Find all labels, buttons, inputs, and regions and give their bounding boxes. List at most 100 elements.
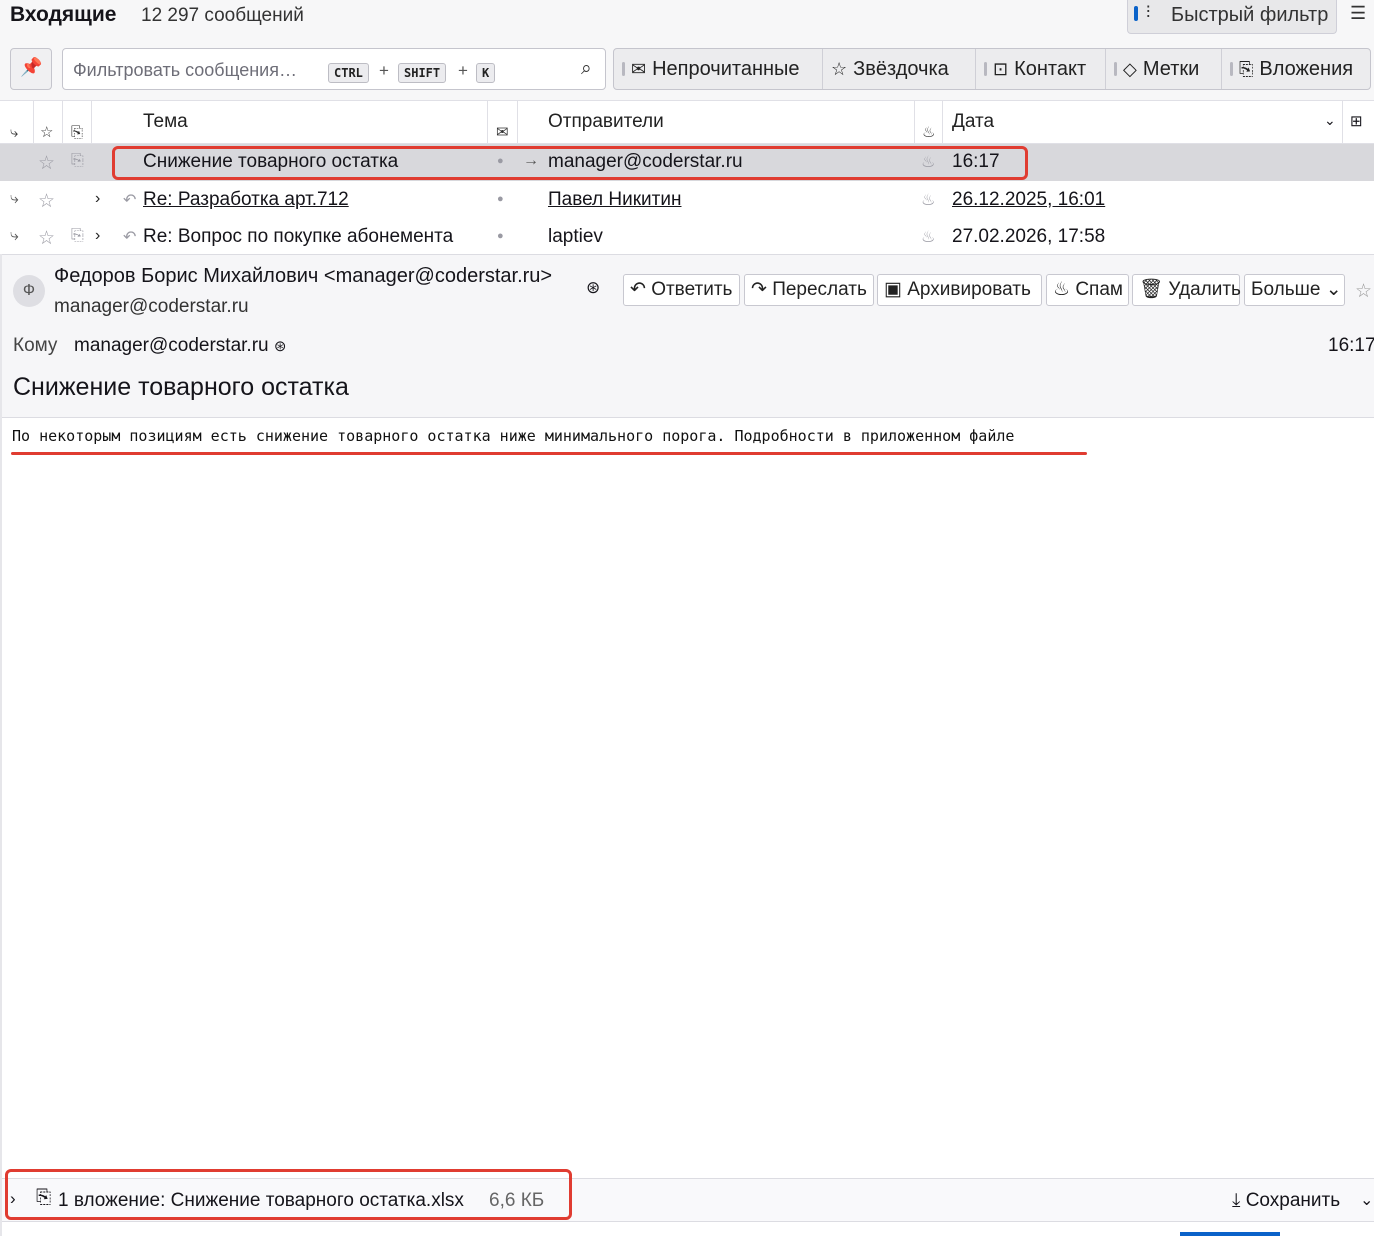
quick-filter-label: Быстрый фильтр (1171, 4, 1329, 26)
kbd-k: K (476, 63, 496, 83)
message-count: 12 297 сообщений (141, 5, 304, 26)
pane-border (0, 254, 2, 1236)
annotation-underline-body (11, 452, 1087, 455)
quick-filter-indicator (1134, 6, 1138, 21)
filter-unread-button[interactable]: ✉ Непрочитанные (614, 49, 823, 89)
download-icon: ⤓ (1232, 1190, 1241, 1211)
col-junk[interactable]: ♨ (915, 101, 943, 143)
reply-icon: ↶ (123, 229, 137, 246)
folder-header: Входящие 12 297 сообщений ⫶ Быстрый филь… (0, 0, 1374, 38)
spam-label: Спам (1075, 279, 1123, 300)
flame-icon: ♨ (1053, 279, 1071, 300)
col-subject[interactable]: Тема (92, 101, 488, 143)
paperclip-icon: ⎘ (1239, 58, 1254, 79)
col-star[interactable]: ☆ (34, 101, 63, 143)
spam-button[interactable]: ♨ Спам (1046, 274, 1129, 306)
reply-label: Ответить (651, 279, 733, 300)
col-read-status[interactable]: ✉ (488, 101, 518, 143)
pin-icon: 📌 (20, 57, 43, 77)
filter-attachments-label: Вложения (1259, 57, 1354, 80)
annotation-box-attachment (5, 1169, 572, 1220)
kbd-plus: + (458, 61, 468, 80)
envelope-icon: ✉ (631, 58, 647, 79)
more-label: Больше (1251, 279, 1321, 300)
to-value: manager@coderstar.ru (74, 335, 269, 356)
thread-list-header: ⤷ ☆ ⎘ Тема ✉ Отправители ♨ Дата ⌄ ⊞ (0, 101, 1374, 144)
filter-tags-button[interactable]: ◇ Метки (1106, 49, 1222, 89)
delete-button[interactable]: 🗑 Удалить (1132, 274, 1241, 306)
to-field[interactable]: manager@coderstar.ru ⊛ (74, 335, 286, 357)
col-attachment[interactable]: ⎘ (63, 101, 92, 143)
kbd-ctrl: CTRL (328, 63, 369, 83)
star-icon: ☆ (831, 58, 848, 79)
col-date[interactable]: Дата (943, 101, 1343, 143)
chevron-right-icon[interactable]: › (95, 227, 100, 245)
reply-button[interactable]: ↶ Ответить (623, 274, 740, 306)
contact-icon: ⊛ (273, 338, 287, 355)
header-time: 16:17 (1328, 335, 1374, 356)
flame-icon[interactable]: ♨ (921, 227, 935, 247)
filter-starred-label: Звёздочка (853, 57, 949, 80)
message-body: По некоторым позициям есть снижение това… (12, 427, 1015, 445)
paperclip-icon: ⎘ (71, 227, 84, 244)
star-icon[interactable]: ☆ (1355, 280, 1372, 303)
to-label: Кому (13, 335, 58, 356)
message-subject: Снижение товарного остатка (13, 373, 349, 401)
quick-filter-button[interactable]: ⫶ Быстрый фильтр (1127, 0, 1337, 34)
filter-search-input[interactable]: Фильтровать сообщения… CTRL + SHIFT + K … (62, 48, 606, 90)
avatar: Ф (13, 275, 45, 307)
save-label: Сохранить (1245, 1190, 1341, 1211)
chevron-down-icon[interactable]: ⌄ (1324, 112, 1336, 129)
filter-starred-button[interactable]: ☆ Звёздочка (823, 49, 976, 89)
filter-contact-button[interactable]: ⊡ Контакт (976, 49, 1106, 89)
forward-icon: ↷ (751, 279, 767, 300)
table-row[interactable]: ⤷ ☆ ⎘ › ↶ Re: Вопрос по покупке абонемен… (0, 219, 1374, 256)
forward-button[interactable]: ↷ Переслать (744, 274, 874, 306)
row-sender: laptiev (548, 226, 603, 247)
from-email: manager@coderstar.ru (54, 296, 249, 317)
archive-label: Архивировать (907, 279, 1031, 300)
reply-icon: ↶ (123, 192, 137, 209)
quick-filter-bar: 📌 Фильтровать сообщения… CTRL + SHIFT + … (0, 38, 1374, 101)
search-placeholder: Фильтровать сообщения… (73, 60, 297, 80)
from-field[interactable]: Федоров Борис Михайлович <manager@coders… (54, 265, 552, 288)
thread-icon: ⤷ (10, 227, 19, 244)
star-icon[interactable]: ☆ (38, 227, 55, 250)
kbd-plus: + (379, 61, 389, 80)
read-dot-icon[interactable]: ● (497, 193, 504, 205)
reply-icon: ↶ (630, 279, 646, 300)
filter-contact-label: Контакт (1014, 57, 1087, 80)
layout-menu-icon[interactable]: ☰ (1350, 3, 1366, 24)
pin-filter-button[interactable]: 📌 (10, 48, 52, 90)
contact-icon[interactable]: ⊛ (586, 278, 600, 298)
star-icon[interactable]: ☆ (38, 190, 55, 213)
message-header: Ф Федоров Борис Михайлович <manager@code… (0, 254, 1374, 418)
read-dot-icon[interactable]: ● (497, 230, 504, 242)
thread-icon: ⤷ (10, 190, 19, 207)
flame-icon[interactable]: ♨ (921, 190, 935, 210)
save-attachment-button[interactable]: ⤓ Сохранить (1232, 1190, 1340, 1212)
annotation-box-selected-row (112, 146, 1028, 180)
trash-icon: 🗑 (1139, 279, 1164, 300)
folder-title: Входящие (10, 3, 117, 26)
col-senders[interactable]: Отправители (518, 101, 915, 143)
contact-icon: ⊡ (993, 58, 1009, 79)
progress-bar (1180, 1232, 1280, 1236)
archive-icon: ▣ (884, 279, 902, 300)
tag-icon: ◇ (1123, 58, 1137, 79)
chevron-down-icon: ⌄ (1325, 279, 1342, 300)
row-sender: Павел Никитин (548, 189, 682, 210)
filter-attachments-button[interactable]: ⎘ Вложения (1222, 49, 1370, 89)
row-date: 26.12.2025, 16:01 (952, 189, 1106, 210)
paperclip-icon: ⎘ (71, 152, 84, 169)
table-row[interactable]: ⤷ ☆ › ↶ Re: Разработка арт.712 ● Павел Н… (0, 182, 1374, 219)
star-icon[interactable]: ☆ (38, 152, 55, 175)
col-thread[interactable]: ⤷ (0, 101, 34, 143)
column-picker-icon[interactable]: ⊞ (1350, 112, 1363, 130)
forward-label: Переслать (772, 279, 867, 300)
more-button[interactable]: Больше ⌄ (1244, 274, 1345, 306)
chevron-right-icon[interactable]: › (95, 190, 100, 208)
filter-button-group: ✉ Непрочитанные ☆ Звёздочка ⊡ Контакт ◇ Метк… (613, 48, 1371, 90)
chevron-down-icon[interactable]: ⌄ (1360, 1190, 1373, 1210)
archive-button[interactable]: ▣ Архивировать (877, 274, 1042, 306)
